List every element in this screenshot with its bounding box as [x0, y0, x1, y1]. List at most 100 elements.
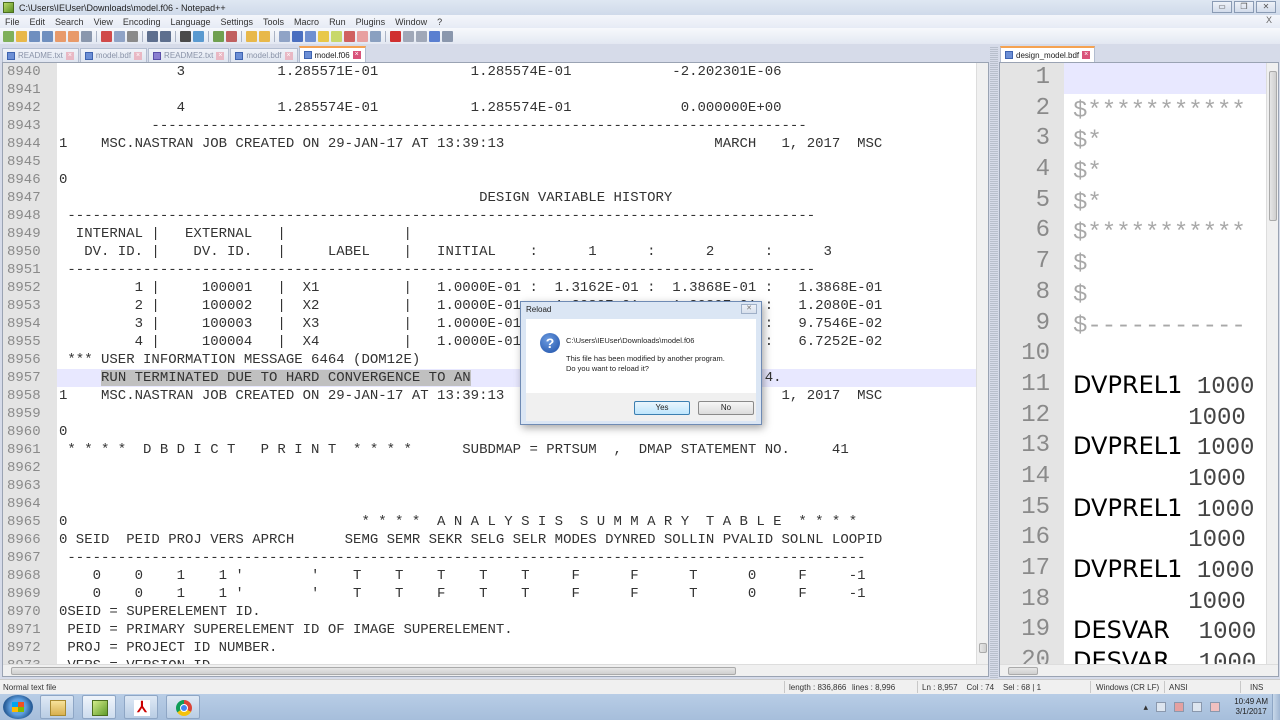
editor-line[interactable]: 8958 1 MSC.NASTRAN JOB CREATED ON 29-JAN-… [3, 387, 976, 405]
udl-icon[interactable] [318, 30, 329, 42]
file-tab[interactable]: README2.txt × [148, 48, 230, 62]
function-list-icon[interactable] [344, 30, 355, 42]
editor-line[interactable]: 14 1000 [1000, 462, 1266, 493]
menu-run[interactable]: Run [324, 17, 351, 27]
restore-button[interactable]: ❐ [1234, 1, 1254, 13]
right-vscroll-thumb[interactable] [1269, 71, 1277, 221]
editor-line[interactable]: 8971 PEID = PRIMARY SUPERELEMENT ID OF I… [3, 621, 976, 639]
editor-line[interactable]: 17 DVPREL1 1000 [1000, 554, 1266, 585]
right-horizontal-scrollbar[interactable] [1000, 664, 1278, 676]
editor-line[interactable]: 8943 -----------------------------------… [3, 117, 976, 135]
editor-line[interactable]: 15 DVPREL1 1000 [1000, 493, 1266, 524]
left-vertical-scrollbar[interactable] [976, 63, 988, 664]
editor-line[interactable]: 8942 4 1.285574E-01 1.285574E-01 0.00000… [3, 99, 976, 117]
editor-line[interactable]: 8951 -----------------------------------… [3, 261, 976, 279]
file-tab[interactable]: design_model.bdf × [1000, 46, 1096, 62]
doc-map-icon[interactable] [331, 30, 342, 42]
left-vscroll-thumb[interactable] [979, 643, 987, 653]
taskbar-clock[interactable]: 10:49 AM 3/1/2017 [1234, 697, 1268, 717]
editor-line[interactable]: 8963 [3, 477, 976, 495]
menu-encoding[interactable]: Encoding [118, 17, 166, 27]
editor-line[interactable]: 5 $* [1000, 186, 1266, 217]
menu-file[interactable]: File [0, 17, 25, 27]
run-macro-multiple-icon[interactable] [429, 30, 440, 42]
new-file-icon[interactable] [3, 30, 14, 42]
tab-close-icon[interactable]: × [134, 51, 143, 60]
editor-line[interactable]: 4 $* [1000, 155, 1266, 186]
paste-icon[interactable] [127, 30, 138, 42]
editor-line[interactable]: 8941 [3, 81, 976, 99]
menu-macro[interactable]: Macro [289, 17, 324, 27]
editor-line[interactable]: 18 1000 [1000, 585, 1266, 616]
save-macro-icon[interactable] [442, 30, 453, 42]
editor-line[interactable]: 7 $ [1000, 247, 1266, 278]
tab-close-icon[interactable]: × [352, 51, 361, 59]
open-file-icon[interactable] [16, 30, 27, 42]
sync-vertical-icon[interactable] [246, 30, 257, 42]
editor-line[interactable]: 8955 4 | 100004 | X4 | 1.0000E-01 : 6.46… [3, 333, 976, 351]
file-tab[interactable]: README.txt × [2, 48, 79, 62]
editor-line[interactable]: 8948 -----------------------------------… [3, 207, 976, 225]
sync-horizontal-icon[interactable] [259, 30, 270, 42]
editor-line[interactable]: 8957 RUN TERMINATED DUE TO HARD CONVERGE… [3, 369, 976, 387]
left-hscroll-thumb[interactable] [11, 667, 736, 675]
right-vertical-scrollbar[interactable] [1266, 63, 1278, 664]
flag-alert-icon[interactable] [1210, 702, 1220, 712]
print-icon[interactable] [81, 30, 92, 42]
editor-line[interactable]: 8952 1 | 100001 | X1 | 1.0000E-01 : 1.31… [3, 279, 976, 297]
zoom-in-icon[interactable] [213, 30, 224, 42]
no-button[interactable]: No [698, 401, 754, 415]
file-tab[interactable]: model.bdf × [230, 48, 298, 62]
editor-line[interactable]: 8944 1 MSC.NASTRAN JOB CREATED ON 29-JAN-… [3, 135, 976, 153]
editor-line[interactable]: 13 DVPREL1 1000 [1000, 431, 1266, 462]
start-button[interactable] [3, 695, 33, 719]
tab-close-icon[interactable]: × [65, 51, 74, 60]
editor-line[interactable]: 16 1000 [1000, 523, 1266, 554]
close-window-button[interactable]: ✕ [1256, 1, 1276, 13]
find-icon[interactable] [180, 30, 191, 42]
view-splitter[interactable] [990, 46, 998, 678]
editor-line[interactable]: 8959 [3, 405, 976, 423]
save-icon[interactable] [29, 30, 40, 42]
editor-line[interactable]: 1 [1000, 63, 1266, 94]
stop-macro-icon[interactable] [403, 30, 414, 42]
editor-line[interactable]: 8950 DV. ID. | DV. ID. | LABEL | INITIAL… [3, 243, 976, 261]
network-icon[interactable] [1192, 702, 1202, 712]
volume-muted-icon[interactable] [1174, 702, 1184, 712]
menu-edit[interactable]: Edit [25, 17, 51, 27]
menu-settings[interactable]: Settings [216, 17, 259, 27]
monitoring-icon[interactable] [370, 30, 381, 42]
close-document-button[interactable]: X [1266, 15, 1272, 25]
minimize-button[interactable]: ▭ [1212, 1, 1232, 13]
right-hscroll-thumb[interactable] [1008, 667, 1038, 675]
tab-close-icon[interactable]: × [1082, 51, 1091, 59]
editor-line[interactable]: 12 1000 [1000, 401, 1266, 432]
taskbar-google-chrome[interactable] [166, 695, 200, 719]
left-editor-text[interactable]: 8940 3 1.285571E-01 1.285574E-01 -2.2023… [3, 63, 976, 675]
editor-line[interactable]: 8966 0 SEID PEID PROJ VERS APRCH SEMG SEM… [3, 531, 976, 549]
cut-icon[interactable] [101, 30, 112, 42]
replace-icon[interactable] [193, 30, 204, 42]
menu-help[interactable]: ? [432, 17, 447, 27]
editor-line[interactable]: 8968 0 0 1 1 ' ' T T T T T F F T 0 F -1 [3, 567, 976, 585]
editor-line[interactable]: 8 $ [1000, 278, 1266, 309]
indent-guide-icon[interactable] [305, 30, 316, 42]
file-tab[interactable]: model.bdf × [79, 48, 148, 62]
tab-close-icon[interactable]: × [284, 51, 293, 60]
editor-line[interactable]: 8947 DESIGN VARIABLE HISTORY [3, 189, 976, 207]
editor-line[interactable]: 8954 3 | 100003 | X3 | 1.0000E-01 : 9.75… [3, 315, 976, 333]
close-all-icon[interactable] [68, 30, 79, 42]
right-editor[interactable]: 1 2 $*********** 3 $* 4 $* 5 $* 6 $*********** 7 $8 $… [999, 62, 1279, 677]
copy-icon[interactable] [114, 30, 125, 42]
editor-line[interactable]: 8940 3 1.285571E-01 1.285574E-01 -2.2023… [3, 63, 976, 81]
editor-line[interactable]: 8964 [3, 495, 976, 513]
action-center-icon[interactable] [1156, 702, 1166, 712]
editor-line[interactable]: 19 DESVAR 1000 [1000, 615, 1266, 646]
show-all-chars-icon[interactable] [292, 30, 303, 42]
right-editor-text[interactable]: 1 2 $*********** 3 $* 4 $* 5 $* 6 $*********** 7 $8 $… [1000, 63, 1266, 676]
editor-line[interactable]: 6 $*********** [1000, 216, 1266, 247]
tab-close-icon[interactable]: × [216, 51, 225, 60]
close-icon[interactable] [55, 30, 66, 42]
taskbar-adobe-reader[interactable]: ⅄ [124, 695, 158, 719]
editor-line[interactable]: 8970 0SEID = SUPERELEMENT ID. [3, 603, 976, 621]
